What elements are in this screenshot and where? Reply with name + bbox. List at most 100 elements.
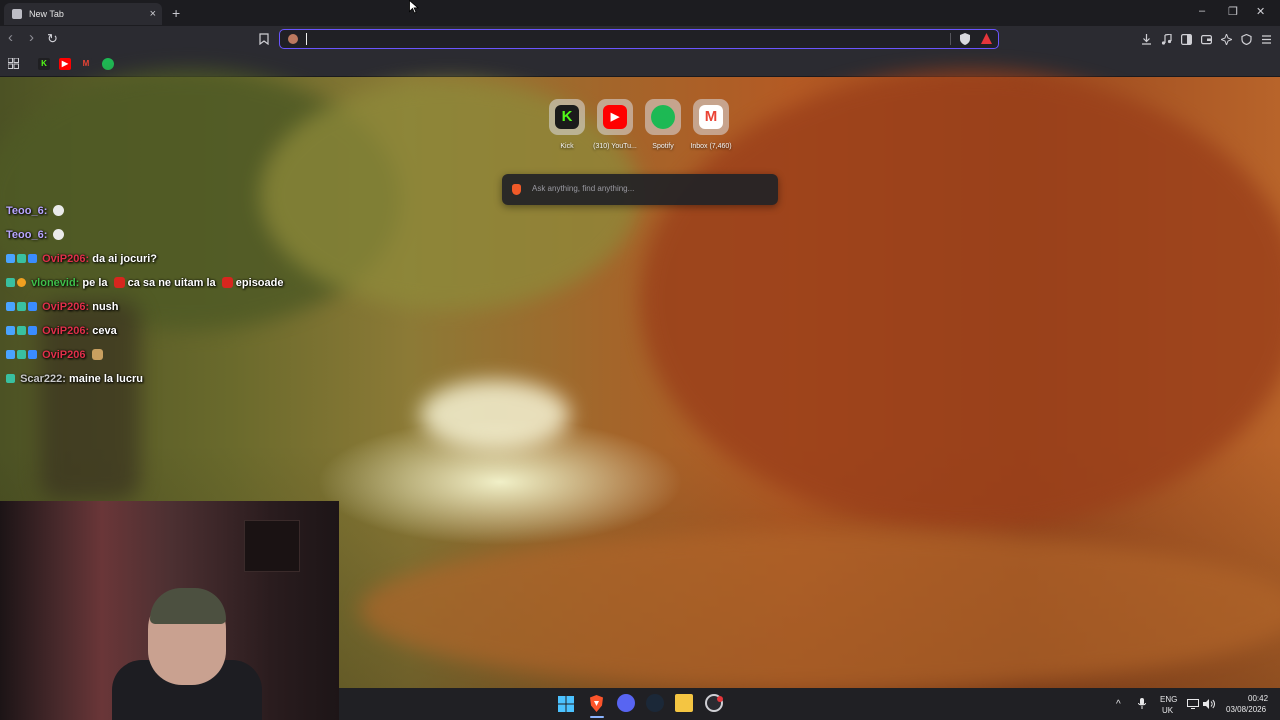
wallet-icon[interactable] bbox=[1201, 34, 1212, 45]
address-bar[interactable] bbox=[279, 29, 999, 49]
leo-ai-icon[interactable] bbox=[1221, 34, 1232, 45]
windows-start-icon[interactable] bbox=[558, 696, 574, 712]
chat-message: OviP206: da ai jocuri? bbox=[6, 253, 157, 265]
clock-time[interactable]: 00:42 bbox=[1248, 694, 1268, 703]
sub-badge-icon bbox=[17, 254, 26, 263]
shortcut-kick[interactable]: K bbox=[549, 99, 585, 135]
media-icon[interactable] bbox=[1161, 34, 1172, 45]
bookmark-kick-icon[interactable]: K bbox=[38, 58, 50, 70]
back-button[interactable]: ‹ bbox=[8, 29, 13, 46]
wallpaper-reflection bbox=[360, 530, 1280, 690]
chat-text: ca sa ne uitam la bbox=[127, 277, 216, 289]
gem-badge-icon bbox=[28, 254, 37, 263]
chat-text: da ai jocuri? bbox=[92, 253, 158, 265]
chat-text: nush bbox=[92, 301, 119, 313]
gem-badge-icon bbox=[28, 350, 37, 359]
sub-badge-icon bbox=[17, 326, 26, 335]
cloud-emote-icon bbox=[53, 205, 65, 216]
emote-icon bbox=[91, 349, 103, 360]
download-icon[interactable] bbox=[1141, 34, 1152, 45]
sword-badge-icon bbox=[6, 326, 15, 335]
chat-message: Scar222: maine la lucru bbox=[6, 373, 143, 385]
sub-badge-icon bbox=[6, 278, 15, 287]
chat-message: OviP206: ceva bbox=[6, 325, 117, 337]
vpn-shield-icon[interactable] bbox=[1241, 34, 1252, 45]
apps-grid-icon[interactable] bbox=[8, 58, 19, 69]
chat-text: ceva bbox=[92, 325, 117, 337]
bookmark-spotify-icon[interactable]: ● bbox=[102, 58, 114, 70]
sub-badge-icon bbox=[6, 374, 15, 383]
webcam-wall-frame bbox=[244, 520, 300, 572]
chat-username: OviP206: bbox=[42, 253, 90, 265]
brave-shield-icon bbox=[12, 9, 22, 19]
chat-message: OviP206: nush bbox=[6, 301, 119, 313]
chat-text: maine la lucru bbox=[69, 373, 143, 385]
site-info-icon[interactable] bbox=[288, 34, 298, 44]
new-tab-button[interactable]: + bbox=[172, 5, 180, 21]
tab-strip bbox=[0, 0, 1280, 26]
gmail-icon: M bbox=[699, 105, 723, 129]
sub-badge-icon bbox=[17, 302, 26, 311]
sub-badge-icon bbox=[17, 350, 26, 359]
shortcut-label: Inbox (7,460) bbox=[690, 143, 732, 150]
menu-icon[interactable] bbox=[1261, 34, 1272, 45]
search-placeholder[interactable]: Ask anything, find anything... bbox=[532, 184, 634, 193]
cloud-emote-icon bbox=[53, 229, 65, 240]
discord-icon[interactable] bbox=[617, 694, 635, 712]
brave-rewards-icon[interactable] bbox=[981, 33, 992, 44]
gift-badge-icon bbox=[17, 278, 26, 287]
tab-title: New Tab bbox=[29, 9, 64, 19]
search-box[interactable]: Ask anything, find anything... bbox=[502, 174, 778, 205]
network-icon[interactable] bbox=[1187, 699, 1199, 709]
number-emote-icon bbox=[221, 277, 233, 288]
brave-shields-icon[interactable] bbox=[960, 33, 970, 45]
volume-icon[interactable] bbox=[1203, 699, 1215, 709]
minimize-button[interactable]: – bbox=[1199, 5, 1205, 17]
chat-message: OviP206 bbox=[6, 349, 103, 361]
steam-icon[interactable] bbox=[646, 694, 664, 712]
close-window-button[interactable]: ✕ bbox=[1256, 5, 1265, 18]
chat-username: vlonevid: bbox=[31, 277, 80, 289]
gem-badge-icon bbox=[28, 326, 37, 335]
clock-date[interactable]: 03/08/2026 bbox=[1226, 705, 1266, 714]
sword-badge-icon bbox=[6, 302, 15, 311]
chat-message: Teoo_6: bbox=[6, 205, 65, 217]
language-region[interactable]: UK bbox=[1162, 706, 1173, 715]
chat-username: Teoo_6: bbox=[6, 229, 48, 241]
wallpaper-trees-right bbox=[640, 70, 1280, 530]
bookmark-gmail-icon[interactable]: M bbox=[80, 58, 92, 70]
chat-text: episoade bbox=[235, 277, 284, 289]
maximize-button[interactable]: ❐ bbox=[1228, 5, 1238, 18]
active-app-indicator bbox=[590, 716, 604, 718]
gem-badge-icon bbox=[28, 302, 37, 311]
chat-username: Teoo_6: bbox=[6, 205, 48, 217]
bookmark-youtube-icon[interactable]: ▶ bbox=[59, 58, 71, 70]
chat-username: Scar222: bbox=[20, 373, 66, 385]
chat-text: pe la bbox=[82, 277, 108, 289]
brave-browser-icon[interactable] bbox=[589, 695, 604, 712]
language-indicator[interactable]: ENG bbox=[1160, 695, 1177, 704]
tray-chevron-icon[interactable]: ^ bbox=[1116, 699, 1121, 710]
spotify-icon: ● bbox=[651, 105, 675, 129]
bookmark-icon[interactable] bbox=[259, 33, 269, 48]
chat-username: OviP206: bbox=[42, 301, 90, 313]
shortcut-spotify[interactable]: ● bbox=[645, 99, 681, 135]
chat-message: Teoo_6: bbox=[6, 229, 65, 241]
sidebar-icon[interactable] bbox=[1181, 34, 1192, 45]
text-caret bbox=[306, 33, 307, 45]
microphone-icon[interactable] bbox=[1138, 698, 1146, 710]
file-explorer-icon[interactable] bbox=[675, 694, 693, 712]
tab-close-icon[interactable]: × bbox=[150, 8, 156, 20]
chat-username: OviP206: bbox=[42, 325, 90, 337]
sword-badge-icon bbox=[6, 254, 15, 263]
mouse-cursor-icon bbox=[409, 0, 419, 14]
number-emote-icon bbox=[113, 277, 125, 288]
shortcut-gmail[interactable]: M bbox=[693, 99, 729, 135]
sword-badge-icon bbox=[6, 350, 15, 359]
shortcut-youtube[interactable]: ▶ bbox=[597, 99, 633, 135]
tab-new-tab[interactable]: New Tab × bbox=[4, 3, 162, 25]
reload-button[interactable]: ↻ bbox=[47, 31, 58, 47]
kick-icon: K bbox=[555, 105, 579, 129]
wallpaper-light-glow bbox=[420, 380, 570, 450]
forward-button[interactable]: › bbox=[29, 29, 34, 46]
